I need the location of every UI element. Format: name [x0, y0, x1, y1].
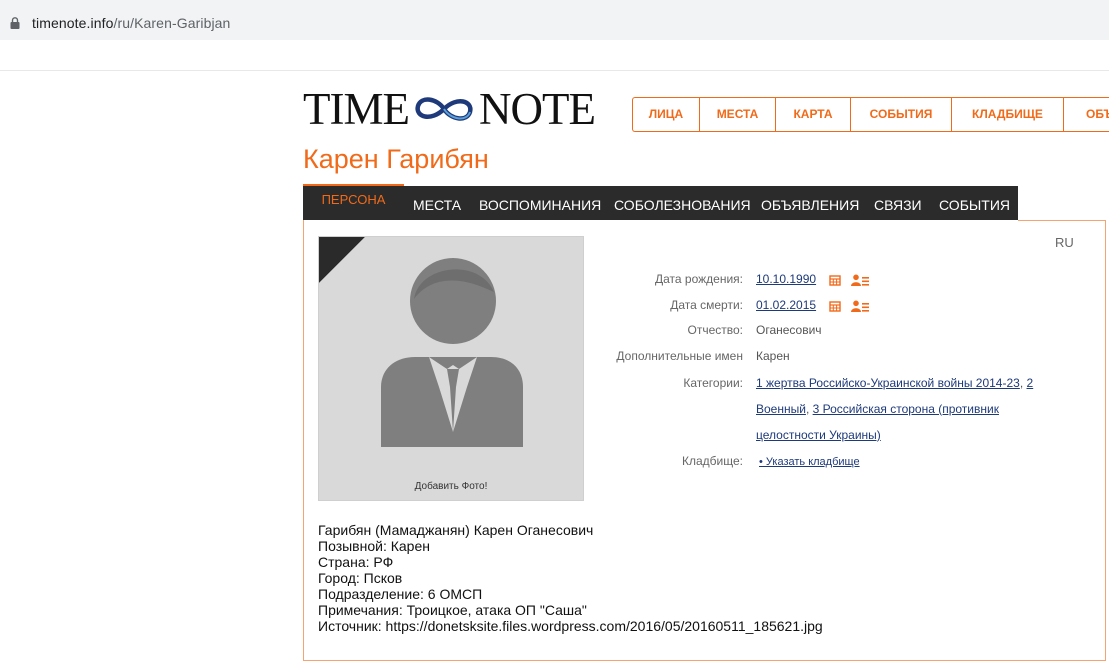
cemetery-link-text[interactable]: • Указать кладбище — [759, 456, 860, 468]
category-link-2a[interactable]: 2 — [1027, 376, 1034, 390]
header-divider — [0, 70, 1109, 71]
main-nav: ЛИЦА МЕСТА КАРТА СОБЫТИЯ КЛАДБИЩЕ ОБЪ — [632, 97, 1109, 132]
category-separator: , — [805, 402, 810, 416]
category-link-2b[interactable]: Военный — [756, 402, 806, 416]
birth-label: Дата рождения: — [655, 272, 743, 286]
nav-cemeteries[interactable]: КЛАДБИЩЕ — [952, 98, 1064, 131]
page-title: Карен Гарибян — [303, 144, 489, 174]
category-link-1[interactable]: 1 жертва Российско-Украинской войны 2014… — [756, 376, 1020, 390]
add-photo-link[interactable]: Добавить Фото! — [319, 481, 583, 492]
categories-line-2: Военный, 3 Российская сторона (противник — [756, 400, 999, 418]
bio-line: Гарибян (Мамаджанян) Карен Оганесович — [318, 522, 594, 538]
site-logo[interactable]: TIME NOTE — [303, 84, 596, 134]
url-domain: timenote.info — [32, 15, 114, 31]
browser-bar: timenote.info/ru/Karen-Garibjan — [0, 0, 1109, 40]
death-label: Дата смерти: — [670, 298, 743, 312]
language-switch[interactable]: RU — [1055, 235, 1074, 250]
bio-text: Гарибян (Мамаджанян) Карен Оганесович По… — [318, 522, 823, 634]
death-value: 01.02.2015 — [756, 296, 869, 314]
tab-places[interactable]: МЕСТА — [413, 186, 461, 220]
url-path: /ru/Karen-Garibjan — [113, 15, 231, 31]
bio-line: Позывной: Карен — [318, 538, 430, 554]
address-bar[interactable]: timenote.info/ru/Karen-Garibjan — [0, 4, 1109, 34]
birth-date-link[interactable]: 10.10.1990 — [756, 272, 816, 286]
tab-relations[interactable]: СВЯЗИ — [874, 186, 922, 220]
categories-line-3: целостности Украины) — [756, 426, 881, 444]
bio-line: Подразделение: 6 ОМСП — [318, 586, 483, 602]
bio-line: Источник: https://donetsksite.files.word… — [318, 618, 823, 634]
categories-line-1: 1 жертва Российско-Украинской войны 2014… — [756, 374, 1033, 392]
calendar-icon[interactable] — [829, 300, 842, 312]
lock-icon — [10, 17, 20, 29]
nav-announcements[interactable]: ОБЪ — [1064, 98, 1109, 131]
tab-person[interactable]: ПЕРСОНА — [303, 184, 404, 220]
category-link-3a[interactable]: 3 Российская сторона (противник — [813, 402, 999, 416]
person-list-icon[interactable] — [850, 274, 869, 286]
logo-word-note: NOTE — [478, 84, 596, 134]
person-list-icon[interactable] — [850, 300, 869, 312]
cemetery-label: Кладбище: — [682, 454, 743, 468]
extra-names-value: Карен — [756, 349, 790, 363]
cemetery-link[interactable]: • Указать кладбище — [759, 452, 860, 471]
bio-line: Город: Псков — [318, 570, 403, 586]
tab-events[interactable]: СОБЫТИЯ — [939, 186, 1010, 220]
url-text: timenote.info/ru/Karen-Garibjan — [32, 15, 230, 31]
nav-events[interactable]: СОБЫТИЯ — [851, 98, 952, 131]
profile-tabs: ПЕРСОНА МЕСТА ВОСПОМИНАНИЯ СОБОЛЕЗНОВАНИ… — [303, 184, 1018, 220]
row-extra-names: Дополнительные имен Карен — [0, 347, 1109, 365]
categories-label: Категории: — [683, 376, 743, 390]
row-patronymic: Отчество: Оганесович — [0, 321, 1109, 339]
category-link-3b[interactable]: целостности Украины) — [756, 428, 881, 442]
patronymic-label: Отчество: — [687, 323, 744, 337]
nav-places[interactable]: МЕСТА — [700, 98, 776, 131]
nav-persons[interactable]: ЛИЦА — [633, 98, 700, 131]
row-death: Дата смерти: 01.02.2015 — [0, 296, 1109, 314]
extra-names-label: Дополнительные имен — [616, 349, 743, 363]
bio-line: Примечания: Троицкое, атака ОП "Саша" — [318, 602, 587, 618]
tab-memories[interactable]: ВОСПОМИНАНИЯ — [479, 186, 601, 220]
tab-announcements[interactable]: ОБЪЯВЛЕНИЯ — [761, 186, 859, 220]
category-separator: , — [1019, 376, 1024, 390]
patronymic-value: Оганесович — [756, 323, 822, 337]
calendar-icon[interactable] — [829, 274, 842, 286]
bio-line: Страна: РФ — [318, 554, 394, 570]
row-categories-2: Военный, 3 Российская сторона (противник — [0, 400, 1109, 418]
tab-condolences[interactable]: СОБОЛЕЗНОВАНИЯ — [614, 186, 751, 220]
nav-map[interactable]: КАРТА — [776, 98, 851, 131]
infinity-icon — [415, 97, 473, 121]
death-date-link[interactable]: 01.02.2015 — [756, 298, 816, 312]
row-categories: Категории: 1 жертва Российско-Украинской… — [0, 374, 1109, 392]
content-border — [1018, 220, 1105, 221]
row-categories-3: целостности Украины) — [0, 426, 1109, 444]
birth-value: 10.10.1990 — [756, 270, 869, 288]
row-birth: Дата рождения: 10.10.1990 — [0, 270, 1109, 288]
row-cemetery: Кладбище: • Указать кладбище — [0, 452, 1109, 470]
logo-word-time: TIME — [303, 84, 410, 134]
